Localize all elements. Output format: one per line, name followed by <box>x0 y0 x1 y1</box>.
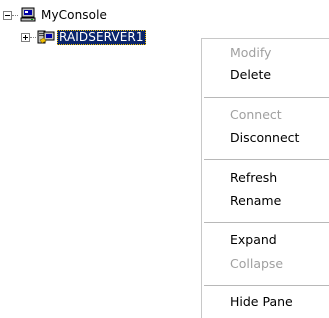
menu-item-expand[interactable]: Expand <box>204 229 329 251</box>
menu-item-delete[interactable]: Delete <box>204 64 329 86</box>
tree-node-label[interactable]: RAIDSERVER1 <box>57 29 146 45</box>
expand-plus-icon[interactable] <box>21 32 30 42</box>
collapse-minus-icon[interactable] <box>3 10 12 20</box>
menu-item-hide-pane[interactable]: Hide Pane <box>204 291 329 313</box>
menu-item-modify[interactable]: Modify <box>204 42 329 64</box>
tree-node-label[interactable]: MyConsole <box>39 8 109 23</box>
menu-item-rename[interactable]: Rename <box>204 190 329 212</box>
menu-separator <box>204 222 329 224</box>
menu-separator <box>204 285 329 287</box>
menu-item-collapse[interactable]: Collapse <box>204 253 329 275</box>
menu-separator <box>204 97 329 99</box>
menu-item-disconnect[interactable]: Disconnect <box>204 127 329 149</box>
screen: MyConsole RAIDSERVER1 Modify Delete Conn… <box>0 0 329 318</box>
menu-item-connect[interactable]: Connect <box>204 104 329 126</box>
server-computer-icon <box>37 30 55 44</box>
tree-connector-line <box>30 36 36 38</box>
tree-node-raidserver1[interactable]: RAIDSERVER1 <box>21 28 146 46</box>
menu-item-refresh[interactable]: Refresh <box>204 167 329 189</box>
tree-node-myconsole[interactable]: MyConsole <box>3 6 109 24</box>
console-computer-icon <box>20 7 36 22</box>
menu-separator <box>204 159 329 161</box>
tree-connector-line <box>12 14 18 16</box>
context-menu: Modify Delete Connect Disconnect Refresh… <box>201 38 329 318</box>
